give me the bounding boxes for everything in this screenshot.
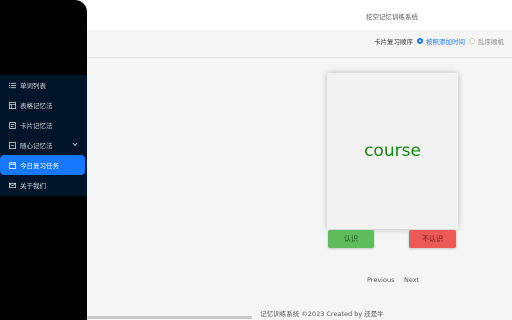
- sidebar-item-random-method[interactable]: 随心记忆法: [0, 135, 87, 155]
- header: 挖空记忆训练系统: [87, 0, 512, 30]
- flashcard-word: course: [364, 141, 421, 161]
- sidebar-item-label: 单词列表: [20, 82, 46, 90]
- shuffle-icon: [7, 141, 17, 149]
- next-button[interactable]: Next: [404, 276, 419, 284]
- chevron-down-icon[interactable]: [72, 141, 78, 149]
- know-button[interactable]: 认识: [328, 230, 374, 248]
- sidebar-item-about[interactable]: 关于我们: [0, 175, 87, 195]
- sidebar-item-label: 表格记忆法: [20, 102, 53, 110]
- radio-order-random[interactable]: 乱序顺机: [469, 36, 504, 46]
- main-content: 卡片复习顺序 按照添加时间 乱序顺机 course 认识 不认识 Previou…: [87, 30, 512, 320]
- sidebar-item-word-list[interactable]: 单词列表: [0, 75, 87, 95]
- radio-order-by-time[interactable]: 按照添加时间: [417, 36, 465, 46]
- radio-button-icon: [417, 38, 423, 44]
- card-order-label: 卡片复习顺序: [374, 38, 413, 46]
- sidebar-item-label: 今日复习任务: [20, 162, 59, 170]
- sidebar-item-label: 卡片记忆法: [20, 122, 53, 130]
- sidebar-item-table-method[interactable]: 表格记忆法: [0, 95, 87, 115]
- app-title: 挖空记忆训练系统: [366, 13, 418, 21]
- radio-button-icon: [469, 38, 475, 44]
- horizontal-scrollbar[interactable]: [87, 316, 252, 319]
- list-icon: [7, 82, 17, 89]
- sidebar-item-card-method[interactable]: 卡片记忆法: [0, 115, 87, 135]
- flashcard[interactable]: course: [327, 73, 458, 229]
- calendar-icon: [7, 161, 17, 169]
- table-icon: [7, 101, 17, 109]
- divider: [87, 57, 512, 58]
- mail-icon: [7, 182, 17, 189]
- card-icon: [7, 121, 17, 129]
- sidebar: 单词列表 表格记忆法 卡片记忆法 随心记忆法 今日复习任务 关于我们: [0, 0, 87, 320]
- unknown-button[interactable]: 不认识: [409, 230, 456, 248]
- card-order-selector: 卡片复习顺序 按照添加时间 乱序顺机: [374, 36, 504, 46]
- sidebar-menu: 单词列表 表格记忆法 卡片记忆法 随心记忆法 今日复习任务 关于我们: [0, 75, 87, 196]
- sidebar-item-label: 关于我们: [20, 182, 46, 190]
- sidebar-item-today-review[interactable]: 今日复习任务: [0, 155, 85, 175]
- previous-button[interactable]: Previous: [367, 276, 394, 284]
- sidebar-item-label: 随心记忆法: [20, 142, 53, 150]
